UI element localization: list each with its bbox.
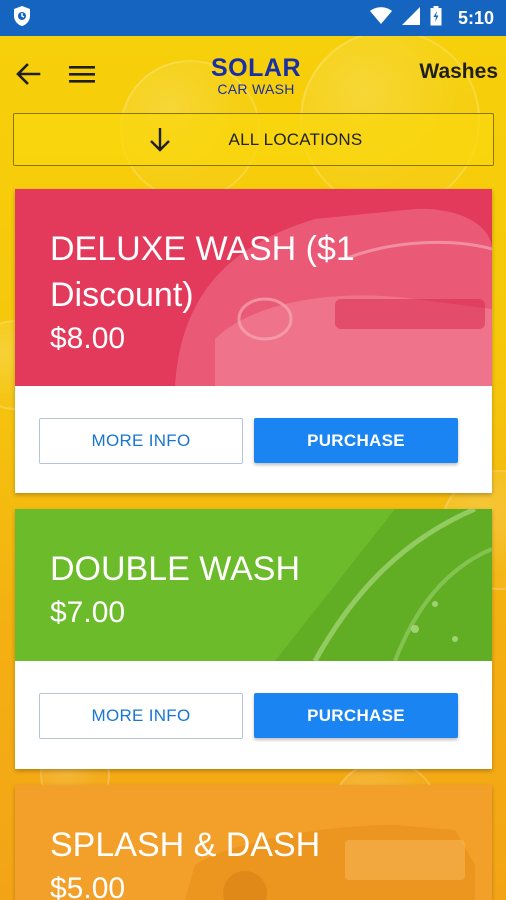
locations-label: ALL LOCATIONS	[228, 129, 363, 149]
wash-actions: MORE INFO PURCHASE	[15, 386, 492, 493]
locations-selector[interactable]: ALL LOCATIONS	[13, 113, 494, 166]
wash-name: DOUBLE WASH $7.00	[50, 547, 472, 632]
wash-title: SPLASH & DASH	[50, 826, 321, 864]
purchase-button[interactable]: PURCHASE	[254, 693, 458, 738]
wash-name: DELUXE WASH ($1 Discount) $8.00	[50, 227, 472, 358]
arrow-left-icon	[16, 63, 41, 85]
wash-title: DOUBLE WASH	[50, 550, 301, 588]
wifi-icon	[369, 6, 392, 30]
menu-button[interactable]	[60, 52, 104, 96]
signal-icon	[401, 6, 420, 30]
back-button[interactable]	[6, 52, 50, 96]
wash-name: SPLASH & DASH $5.00	[50, 823, 472, 900]
wash-actions: MORE INFO PURCHASE	[15, 661, 492, 769]
purchase-button[interactable]: PURCHASE	[254, 418, 458, 463]
logo-line1: SOLAR	[211, 54, 301, 82]
shield-icon	[12, 5, 32, 32]
clock-time: 5:10	[457, 7, 494, 28]
wash-title: DELUXE WASH ($1 Discount)	[50, 230, 355, 314]
wash-price: $8.00	[50, 321, 126, 355]
wash-price: $7.00	[50, 595, 126, 629]
solar-car-wash-logo: SOLAR CAR WASH	[206, 54, 306, 97]
wash-hero: DOUBLE WASH $7.00	[15, 509, 492, 661]
logo-line2: CAR WASH	[217, 81, 295, 97]
battery-icon	[430, 5, 442, 31]
wash-card: DELUXE WASH ($1 Discount) $8.00 MORE INF…	[15, 189, 492, 493]
app-bar: SOLAR CAR WASH Washes	[0, 36, 506, 112]
status-bar: 5:10	[0, 0, 506, 36]
page-title: Washes	[419, 60, 498, 83]
wash-card: SPLASH & DASH $5.00	[15, 785, 492, 900]
wash-hero: SPLASH & DASH $5.00	[15, 785, 492, 900]
wash-price: $5.00	[50, 871, 126, 900]
more-info-button[interactable]: MORE INFO	[39, 693, 243, 739]
more-info-button[interactable]: MORE INFO	[39, 418, 243, 464]
wash-hero: DELUXE WASH ($1 Discount) $8.00	[15, 189, 492, 386]
wash-card: DOUBLE WASH $7.00 MORE INFO PURCHASE	[15, 509, 492, 769]
hamburger-menu-icon	[69, 66, 95, 83]
